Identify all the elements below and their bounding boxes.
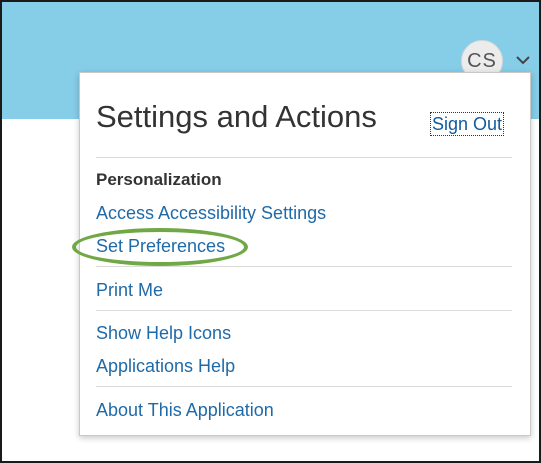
about-this-application-link[interactable]: About This Application [96, 400, 274, 421]
chevron-down-icon[interactable] [515, 54, 531, 66]
access-accessibility-settings-link[interactable]: Access Accessibility Settings [96, 203, 326, 224]
app-window: CS Settings and Actions Sign Out Persona… [0, 0, 541, 463]
settings-actions-menu: Settings and Actions Sign Out Personaliz… [72, 72, 531, 436]
print-me-link[interactable]: Print Me [96, 280, 163, 301]
menu-divider [96, 157, 512, 158]
menu-divider [96, 266, 512, 267]
show-help-icons-link[interactable]: Show Help Icons [96, 323, 231, 344]
applications-help-link[interactable]: Applications Help [96, 356, 235, 377]
personalization-heading: Personalization [96, 170, 222, 189]
set-preferences-link[interactable]: Set Preferences [96, 236, 225, 257]
menu-title: Settings and Actions [96, 99, 377, 134]
menu-divider [96, 386, 512, 387]
menu-divider [96, 310, 512, 311]
sign-out-link[interactable]: Sign Out [430, 112, 505, 136]
